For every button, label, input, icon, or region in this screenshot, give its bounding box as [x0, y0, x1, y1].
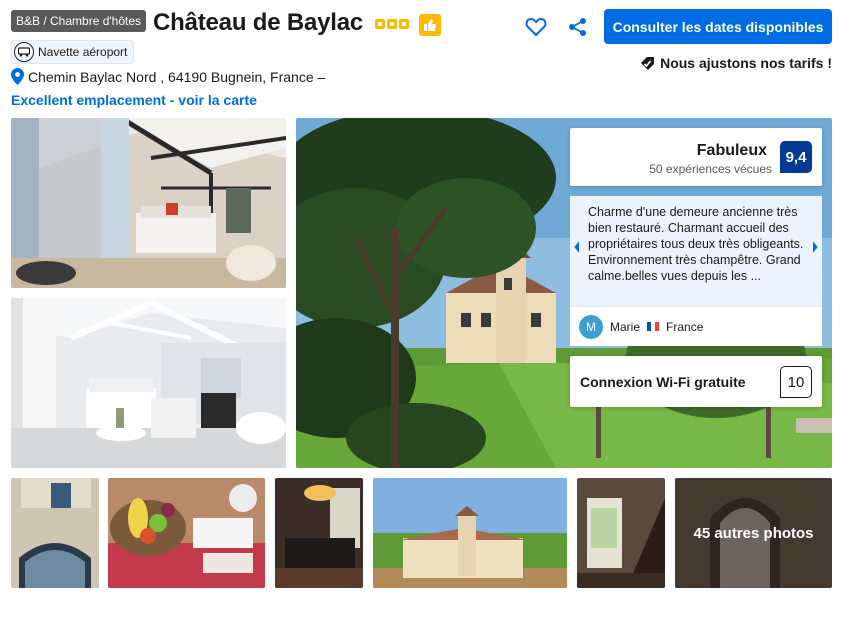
hotel-name: Château de Baylac [153, 9, 364, 36]
address-text: Chemin Baylac Nord , 64190 Bugnein, Fran… [28, 68, 326, 85]
shuttle-label: Navette aéroport [38, 45, 128, 59]
review-author: M Marie France [570, 306, 822, 346]
thumbs-up-icon[interactable] [419, 14, 441, 36]
airport-shuttle-chip: Navette aéroport [11, 40, 135, 64]
gallery-thumb-more-photos[interactable]: 45 autres photos [675, 478, 832, 588]
author-country: France [666, 319, 704, 334]
gallery-thumb-staircase[interactable] [577, 478, 665, 588]
avatar: M [579, 314, 603, 339]
heart-icon[interactable] [524, 15, 548, 39]
gallery-photo-bedroom-white[interactable] [11, 298, 286, 468]
price-tag-check-icon [641, 56, 655, 70]
map-pin-icon [11, 68, 24, 85]
gallery-thumb-window[interactable] [11, 478, 99, 588]
price-match-notice[interactable]: Nous ajustons nos tarifs ! [640, 55, 832, 71]
price-match-label: Nous ajustons nos tarifs ! [660, 55, 832, 71]
star-rating [375, 19, 409, 29]
gallery-thumb-breakfast[interactable] [108, 478, 265, 588]
review-score-word: Fabuleux [696, 142, 767, 159]
review-count: 50 expériences vécues [649, 162, 772, 176]
address: Chemin Baylac Nord , 64190 Bugnein, Fran… [11, 68, 325, 85]
gallery-photo-bedroom-attic[interactable] [11, 118, 286, 288]
chevron-right-icon[interactable] [808, 233, 822, 261]
more-photos-label: 45 autres photos [675, 478, 832, 588]
wifi-score-badge: 10 [780, 366, 812, 398]
star-icon [387, 19, 397, 29]
star-icon [399, 19, 409, 29]
property-type-badge: B&B / Chambre d'hôtes [11, 10, 147, 32]
featured-review[interactable]: Charme d'une demeure ancienne très bien … [570, 196, 822, 306]
wifi-score-card[interactable]: Connexion Wi-Fi gratuite 10 [570, 356, 822, 407]
author-name: Marie [610, 319, 641, 334]
review-score-badge: 9,4 [780, 141, 812, 173]
review-text: Charme d'une demeure ancienne très bien … [588, 205, 804, 283]
france-flag-icon [647, 322, 660, 331]
check-availability-button[interactable]: Consulter les dates disponibles [604, 9, 832, 44]
shuttle-icon [14, 42, 34, 62]
star-icon [375, 19, 385, 29]
show-map-link[interactable]: Excellent emplacement - voir la carte [11, 92, 257, 108]
gallery-thumb-dining-room[interactable] [275, 478, 363, 588]
chevron-left-icon[interactable] [570, 233, 584, 261]
gallery-thumb-chateau-aerial[interactable] [373, 478, 567, 588]
review-score-card[interactable]: Fabuleux 50 expériences vécues 9,4 [570, 128, 822, 186]
share-icon[interactable] [567, 16, 589, 38]
wifi-label: Connexion Wi-Fi gratuite [580, 374, 746, 390]
